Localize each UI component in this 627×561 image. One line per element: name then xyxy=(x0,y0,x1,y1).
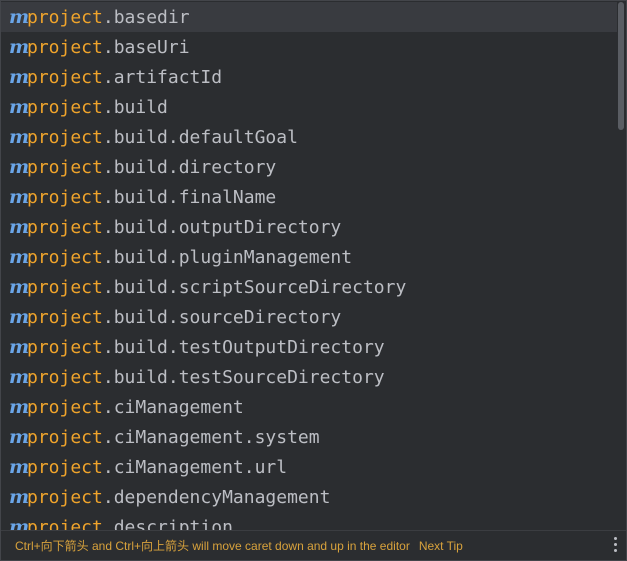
maven-property-icon: m xyxy=(9,6,30,28)
completion-item[interactable]: m project .build.outputDirectory xyxy=(1,212,617,242)
maven-property-icon: m xyxy=(9,36,30,58)
maven-property-icon: m xyxy=(9,66,30,88)
completion-item-label: .build.pluginManagement xyxy=(102,246,353,268)
completion-item-label: .artifactId xyxy=(102,66,223,88)
completion-item[interactable]: m project .ciManagement.url xyxy=(1,452,617,482)
completion-item[interactable]: m project .build xyxy=(1,92,617,122)
completion-item[interactable]: m project .ciManagement.system xyxy=(1,422,617,452)
completion-item-label: .build xyxy=(102,96,168,118)
completion-item[interactable]: m project .build.scriptSourceDirectory xyxy=(1,272,617,302)
completion-item-match: project xyxy=(27,486,103,508)
completion-item-match: project xyxy=(27,96,103,118)
maven-property-icon: m xyxy=(9,276,30,298)
maven-property-icon: m xyxy=(9,156,30,178)
completion-item[interactable]: m project .build.directory xyxy=(1,152,617,182)
completion-item-match: project xyxy=(27,366,103,388)
completion-item-label: .build.scriptSourceDirectory xyxy=(102,276,407,298)
maven-property-icon: m xyxy=(9,366,30,388)
completion-item-label: .build.directory xyxy=(102,156,277,178)
completion-item[interactable]: m project .artifactId xyxy=(1,62,617,92)
completion-item-label: .build.finalName xyxy=(102,186,277,208)
completion-item-label: .ciManagement.url xyxy=(102,456,288,478)
completion-item[interactable]: m project .description xyxy=(1,512,617,532)
completion-item[interactable]: m project .baseUri xyxy=(1,32,617,62)
maven-property-icon: m xyxy=(9,486,30,508)
completion-item[interactable]: m project .build.finalName xyxy=(1,182,617,212)
next-tip-link[interactable]: Next Tip xyxy=(419,539,463,553)
scrollbar[interactable] xyxy=(616,1,624,531)
completion-item-label: .baseUri xyxy=(102,36,190,58)
completion-item-label: .build.testSourceDirectory xyxy=(102,366,385,388)
completion-item-match: project xyxy=(27,156,103,178)
maven-property-icon: m xyxy=(9,246,30,268)
completion-item[interactable]: m project .dependencyManagement xyxy=(1,482,617,512)
maven-property-icon: m xyxy=(9,426,30,448)
completion-item[interactable]: m project .ciManagement xyxy=(1,392,617,422)
completion-item-match: project xyxy=(27,216,103,238)
completion-popup: m project .basedir m project .baseUri m project… xyxy=(0,0,627,561)
completion-item-match: project xyxy=(27,246,103,268)
more-options-icon[interactable] xyxy=(614,537,618,553)
completion-item-label: .build.testOutputDirectory xyxy=(102,336,385,358)
completion-item-match: project xyxy=(27,66,103,88)
tip-footer: Ctrl+向下箭头 and Ctrl+向上箭头 will move caret … xyxy=(1,530,626,560)
completion-item-match: project xyxy=(27,36,103,58)
completion-item-label: .ciManagement xyxy=(102,396,244,418)
maven-property-icon: m xyxy=(9,216,30,238)
maven-property-icon: m xyxy=(9,306,30,328)
completion-item-match: project xyxy=(27,456,103,478)
tip-text: Ctrl+向下箭头 and Ctrl+向上箭头 will move caret … xyxy=(15,539,410,553)
completion-item-label: .build.outputDirectory xyxy=(102,216,342,238)
completion-item-match: project xyxy=(27,6,103,28)
maven-property-icon: m xyxy=(9,126,30,148)
maven-property-icon: m xyxy=(9,456,30,478)
completion-item-match: project xyxy=(27,426,103,448)
completion-item-match: project xyxy=(27,336,103,358)
completion-item[interactable]: m project .build.sourceDirectory xyxy=(1,302,617,332)
maven-property-icon: m xyxy=(9,336,30,358)
completion-item-match: project xyxy=(27,276,103,298)
completion-item[interactable]: m project .build.testOutputDirectory xyxy=(1,332,617,362)
completion-item-match: project xyxy=(27,126,103,148)
completion-item-match: project xyxy=(27,396,103,418)
completion-item-match: project xyxy=(27,306,103,328)
completion-list: m project .basedir m project .baseUri m project… xyxy=(1,2,617,532)
maven-property-icon: m xyxy=(9,96,30,118)
completion-item[interactable]: m project .build.defaultGoal xyxy=(1,122,617,152)
completion-item-label: .basedir xyxy=(102,6,190,28)
maven-property-icon: m xyxy=(9,396,30,418)
completion-item-label: .build.defaultGoal xyxy=(102,126,298,148)
completion-item-label: .build.sourceDirectory xyxy=(102,306,342,328)
completion-item[interactable]: m project .build.testSourceDirectory xyxy=(1,362,617,392)
completion-item[interactable]: m project .build.pluginManagement xyxy=(1,242,617,272)
completion-item-label: .dependencyManagement xyxy=(102,486,331,508)
maven-property-icon: m xyxy=(9,186,30,208)
maven-property-icon: m xyxy=(9,516,30,532)
completion-item[interactable]: m project .basedir xyxy=(1,2,617,32)
completion-item-label: .ciManagement.system xyxy=(102,426,320,448)
scrollbar-thumb[interactable] xyxy=(618,2,624,130)
completion-item-match: project xyxy=(27,186,103,208)
